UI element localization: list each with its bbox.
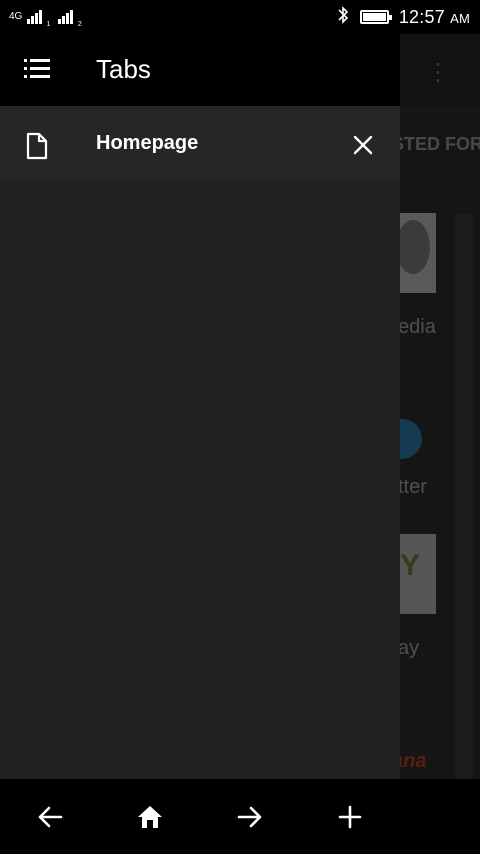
home-icon[interactable] (134, 801, 166, 833)
clock-ampm: AM (450, 10, 470, 26)
site-label: edia (398, 316, 436, 338)
battery-icon (359, 10, 392, 24)
back-arrow-icon[interactable] (34, 801, 66, 833)
ebay-logo-fragment: Y (400, 549, 421, 582)
clock-time: 12:57 (398, 6, 445, 27)
bluetooth-icon (336, 5, 350, 29)
background-card-edge (455, 214, 473, 844)
drawer-header: Tabs (0, 34, 400, 106)
background-section-heading: STED FOR (392, 134, 480, 154)
list-icon[interactable] (24, 59, 50, 81)
page-icon (26, 132, 48, 160)
drawer-title: Tabs (96, 54, 151, 84)
signal-sim-1: 1 (46, 21, 51, 28)
network-type: 4G (9, 11, 23, 22)
tabs-drawer: Tabs Homepage (0, 34, 400, 779)
signal-sim-2: 2 (77, 21, 82, 28)
signal-icon (27, 10, 42, 24)
tab-title: Homepage (96, 132, 199, 154)
status-clock: 12:57 AM (399, 7, 470, 28)
tab-item-homepage[interactable]: Homepage (0, 106, 400, 180)
status-right: 12:57 AM (336, 4, 470, 30)
close-icon[interactable] (348, 130, 378, 160)
wikipedia-logo-icon (396, 220, 430, 274)
plus-icon[interactable] (334, 801, 366, 833)
signal-icon (58, 10, 73, 24)
site-label: ay (398, 637, 420, 659)
forward-arrow-icon[interactable] (234, 801, 266, 833)
overflow-menu-icon[interactable]: ⋮ (426, 58, 450, 87)
status-bar: 4G 1 2 12:57 AM (0, 0, 480, 34)
status-left: 4G 1 2 (9, 6, 82, 28)
bottom-nav-bar (0, 779, 480, 854)
site-label: tter (398, 476, 427, 498)
